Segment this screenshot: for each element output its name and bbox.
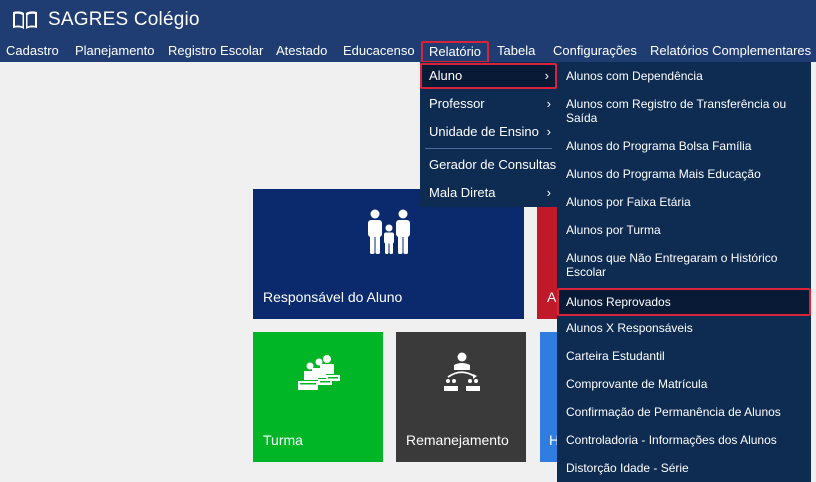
menu-atestado[interactable]: Atestado	[276, 40, 327, 62]
relatorio-item-gerador-label: Gerador de Consultas	[429, 157, 557, 172]
tile-turma[interactable]: Turma	[253, 332, 383, 462]
chevron-right-icon: ›	[546, 124, 551, 139]
tile-responsavel-do-aluno[interactable]: Responsável do Aluno	[253, 189, 524, 319]
aluno-item-confirmacao-permanencia[interactable]: Confirmação de Permanência de Alunos	[557, 405, 811, 419]
relatorio-item-aluno[interactable]: Aluno ›	[420, 63, 557, 89]
aluno-item-por-turma[interactable]: Alunos por Turma	[557, 223, 811, 237]
relatorio-item-professor[interactable]: Professor ›	[420, 91, 557, 117]
tile-partial-blue[interactable]: H	[540, 332, 557, 462]
menu-planejamento[interactable]: Planejamento	[75, 40, 155, 62]
tile-responsavel-label: Responsável do Aluno	[263, 289, 403, 305]
relatorio-item-mala-direta-label: Mala Direta	[429, 185, 496, 200]
relatorio-item-unidade-de-ensino[interactable]: Unidade de Ensino ›	[420, 119, 557, 145]
menu-registro-escolar[interactable]: Registro Escolar	[168, 40, 263, 62]
menu-cadastro[interactable]: Cadastro	[6, 40, 59, 62]
title-bar: SAGRES Colégio	[0, 0, 816, 40]
menu-relatorios-complementares[interactable]: Relatórios Complementares	[650, 40, 811, 62]
tile-remanejamento-label: Remanejamento	[406, 432, 509, 448]
relatorio-dropdown: Aluno › Professor › Unidade de Ensino › …	[420, 62, 557, 207]
menu-configuracoes[interactable]: Configurações	[553, 40, 637, 62]
aluno-item-distorcao-idade-serie[interactable]: Distorção Idade - Série	[557, 461, 811, 475]
aluno-item-bolsa-familia[interactable]: Alunos do Programa Bolsa Família	[557, 139, 811, 153]
tile-partial-red-label: A	[547, 289, 557, 305]
main-menu-bar: Cadastro Planejamento Registro Escolar A…	[0, 40, 816, 63]
aluno-submenu: Alunos com Dependência Alunos com Regist…	[557, 62, 811, 482]
relatorio-item-mala-direta[interactable]: Mala Direta ›	[420, 180, 557, 206]
aluno-item-controladoria[interactable]: Controladoria - Informações dos Alunos	[557, 433, 811, 447]
aluno-item-x-responsaveis[interactable]: Alunos X Responsáveis	[557, 321, 811, 335]
aluno-item-mais-educacao[interactable]: Alunos do Programa Mais Educação	[557, 167, 811, 181]
relatorio-item-professor-label: Professor	[429, 96, 485, 111]
aluno-item-faixa-etaria[interactable]: Alunos por Faixa Etária	[557, 195, 811, 209]
chevron-right-icon: ›	[546, 96, 551, 111]
menu-educacenso[interactable]: Educacenso	[343, 40, 415, 62]
aluno-item-historico-escolar[interactable]: Alunos que Não Entregaram o Histórico Es…	[557, 251, 811, 279]
tile-partial-blue-label: H	[549, 432, 557, 448]
classroom-icon	[298, 355, 340, 390]
relatorio-item-gerador-de-consultas[interactable]: Gerador de Consultas	[420, 152, 557, 178]
family-icon	[368, 209, 410, 254]
relatorio-item-aluno-label: Aluno	[429, 68, 463, 83]
chevron-right-icon: ›	[546, 185, 551, 200]
tile-remanejamento[interactable]: Remanejamento	[396, 332, 526, 462]
app-title: SAGRES Colégio	[48, 9, 200, 30]
menu-divider	[425, 148, 552, 149]
menu-tabela[interactable]: Tabela	[497, 40, 535, 62]
open-book-icon	[13, 11, 37, 29]
relatorio-item-unidade-label: Unidade de Ensino	[429, 124, 539, 139]
aluno-item-transferencia[interactable]: Alunos com Registro de Transferência ou …	[557, 97, 811, 125]
aluno-item-reprovados[interactable]: Alunos Reprovados	[557, 288, 811, 316]
tile-partial-red[interactable]: A	[537, 189, 557, 319]
tile-turma-label: Turma	[263, 432, 303, 448]
aluno-item-carteira-estudantil[interactable]: Carteira Estudantil	[557, 349, 811, 363]
chevron-right-icon: ›	[544, 68, 549, 83]
transfer-icon	[444, 352, 480, 391]
aluno-item-dependencia[interactable]: Alunos com Dependência	[557, 69, 811, 83]
menu-relatorio[interactable]: Relatório	[421, 41, 490, 63]
aluno-item-comprovante-matricula[interactable]: Comprovante de Matrícula	[557, 377, 811, 391]
